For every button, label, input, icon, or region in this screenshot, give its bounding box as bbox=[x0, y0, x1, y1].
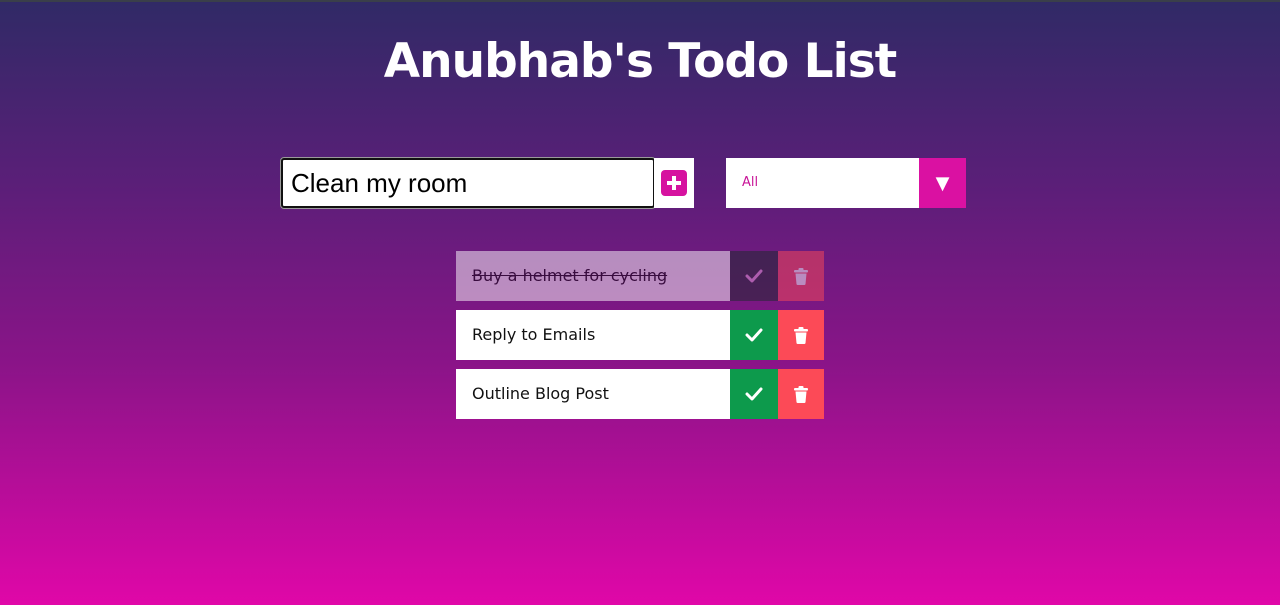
window-top-border bbox=[0, 0, 1280, 2]
todo-list: Buy a helmet for cycling Reply to Emails bbox=[456, 251, 824, 428]
complete-button[interactable] bbox=[730, 369, 778, 419]
todo-item: Outline Blog Post bbox=[456, 369, 824, 419]
check-icon bbox=[745, 328, 763, 342]
complete-button[interactable] bbox=[730, 310, 778, 360]
todo-item-text: Buy a helmet for cycling bbox=[456, 251, 730, 301]
check-icon bbox=[745, 387, 763, 401]
todo-item: Reply to Emails bbox=[456, 310, 824, 360]
trash-icon bbox=[794, 267, 808, 285]
delete-button[interactable] bbox=[778, 251, 824, 301]
todo-item: Buy a helmet for cycling bbox=[456, 251, 824, 301]
filter-selected-value: All bbox=[742, 175, 759, 190]
trash-icon bbox=[794, 326, 808, 344]
todo-item-text: Outline Blog Post bbox=[456, 369, 730, 419]
delete-button[interactable] bbox=[778, 369, 824, 419]
delete-button[interactable] bbox=[778, 310, 824, 360]
plus-square-icon bbox=[661, 170, 687, 196]
add-todo-button[interactable] bbox=[654, 158, 694, 208]
complete-button[interactable] bbox=[730, 251, 778, 301]
todo-input[interactable] bbox=[280, 157, 656, 209]
trash-icon bbox=[794, 385, 808, 403]
todo-item-text: Reply to Emails bbox=[456, 310, 730, 360]
caret-down-icon[interactable]: ▼ bbox=[919, 158, 966, 208]
page-title: Anubhab's Todo List bbox=[383, 34, 897, 89]
filter-select[interactable]: All ▼ bbox=[726, 158, 966, 208]
check-icon bbox=[745, 269, 763, 283]
